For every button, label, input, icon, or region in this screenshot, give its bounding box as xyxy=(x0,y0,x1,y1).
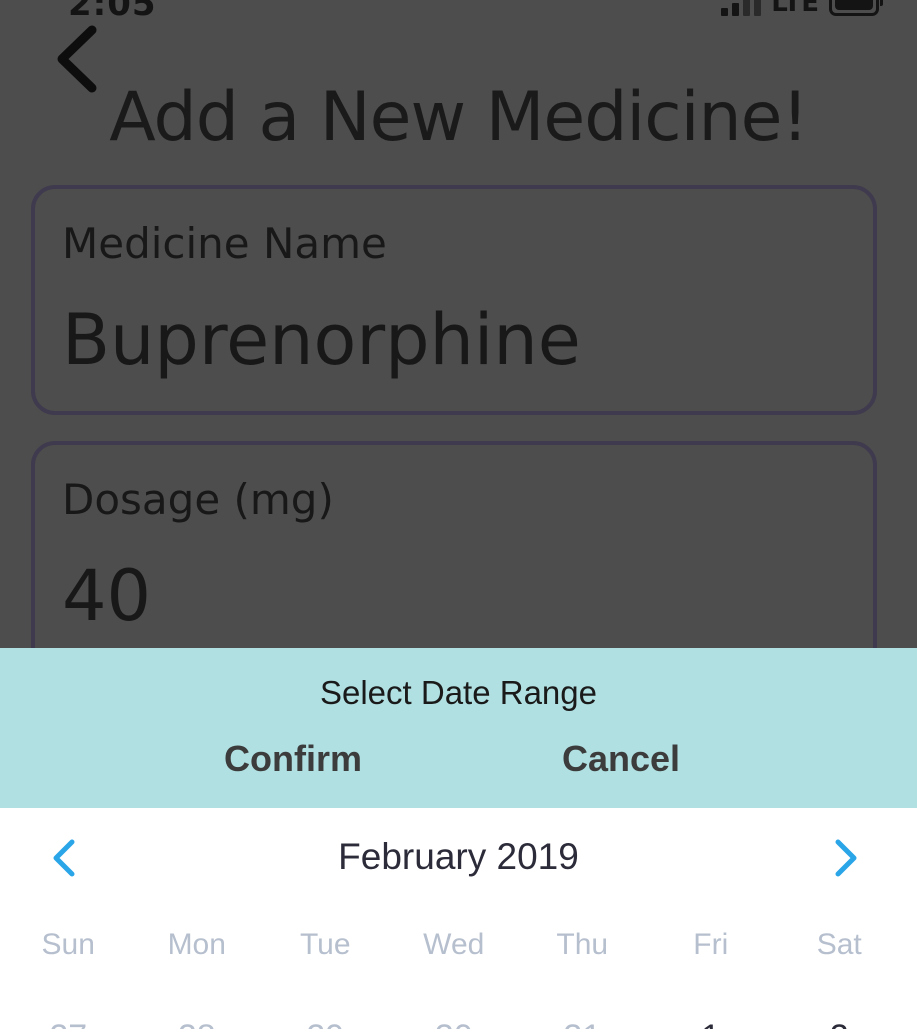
calendar-week-row: 27 28 29 30 31 1 2 xyxy=(4,1018,904,1029)
battery-icon xyxy=(829,0,883,16)
date-picker-header: Select Date Range Confirm Cancel xyxy=(0,648,917,808)
confirm-button[interactable]: Confirm xyxy=(224,738,362,780)
medicine-name-input[interactable]: Buprenorphine xyxy=(62,299,852,381)
weekday-label: Fri xyxy=(693,928,729,961)
dosage-label: Dosage (mg) xyxy=(62,475,334,524)
medicine-name-label: Medicine Name xyxy=(62,219,387,268)
calendar-day[interactable]: 2 xyxy=(775,1018,904,1029)
dosage-field[interactable]: Dosage (mg) 40 xyxy=(31,441,877,681)
status-time: 2:05 xyxy=(68,0,157,24)
weekday-label: Wed xyxy=(423,928,485,961)
month-label: February 2019 xyxy=(338,836,579,877)
status-indicators: LTE xyxy=(721,0,883,18)
weekday-label: Tue xyxy=(299,928,351,961)
cancel-button[interactable]: Cancel xyxy=(562,738,680,780)
weekday-label: Sat xyxy=(816,928,862,961)
calendar-day[interactable]: 1 xyxy=(647,1018,776,1029)
add-medicine-screen: 2:05 LTE Add a New Medicine! Medicine Na… xyxy=(0,0,917,681)
medicine-name-field[interactable]: Medicine Name Buprenorphine xyxy=(31,185,877,415)
calendar-day[interactable]: 27 xyxy=(4,1018,133,1029)
weekday-label: Thu xyxy=(556,928,609,961)
calendar-day[interactable]: 28 xyxy=(133,1018,262,1029)
weekday-label: Mon xyxy=(167,928,226,961)
date-picker-title: Select Date Range xyxy=(319,674,597,711)
signal-icon xyxy=(721,0,762,16)
calendar-day[interactable]: 29 xyxy=(261,1018,390,1029)
chevron-right-icon xyxy=(835,839,857,877)
weekday-row: Sun Mon Tue Wed Thu Fri Sat xyxy=(4,928,904,962)
weekday-label: Sun xyxy=(41,928,95,961)
calendar-day[interactable]: 30 xyxy=(390,1018,519,1029)
calendar-day[interactable]: 31 xyxy=(518,1018,647,1029)
calendar: February 2019 Sun Mon Tue Wed Thu Fri Sa… xyxy=(0,808,917,1029)
next-month-button[interactable] xyxy=(826,838,866,878)
page-title: Add a New Medicine! xyxy=(109,78,809,157)
dosage-input[interactable]: 40 xyxy=(62,555,852,637)
network-label: LTE xyxy=(771,0,819,18)
